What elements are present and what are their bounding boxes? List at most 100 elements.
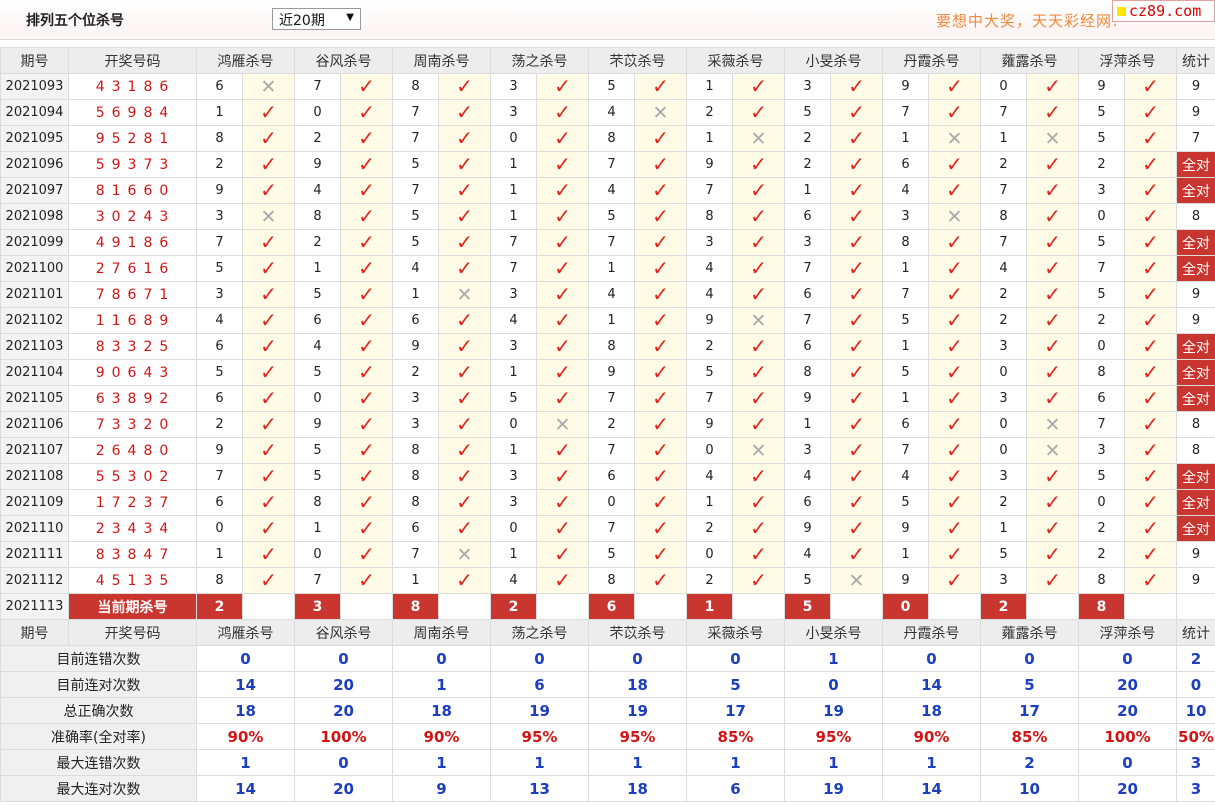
cross-icon: ✕ [456, 543, 473, 566]
site-logo[interactable]: cz89.com [1112, 0, 1215, 22]
current-kill-number: 2 [980, 593, 1027, 620]
empty-cell [830, 593, 883, 620]
check-icon: ✓ [750, 100, 767, 124]
cross-icon: ✕ [946, 205, 963, 228]
check-icon: ✓ [1124, 489, 1177, 516]
check-icon: ✓ [1026, 203, 1079, 230]
kill-number: 9 [686, 411, 733, 438]
check-icon: ✓ [928, 515, 981, 542]
check-icon: ✓ [554, 464, 571, 488]
check-icon: ✓ [438, 255, 491, 282]
check-icon: ✓ [1124, 255, 1177, 282]
check-icon: ✓ [438, 333, 491, 360]
check-icon: ✓ [652, 282, 669, 306]
check-icon: ✓ [1044, 334, 1061, 358]
check-icon: ✓ [260, 438, 277, 462]
check-icon: ✓ [1026, 255, 1079, 282]
check-icon: ✓ [358, 516, 375, 540]
check-icon: ✓ [848, 178, 865, 202]
check-icon: ✓ [554, 152, 571, 176]
kill-number: 2 [294, 229, 341, 256]
all-correct-badge: 全对 [1176, 177, 1215, 204]
check-icon: ✓ [750, 464, 767, 488]
check-icon: ✓ [554, 308, 571, 332]
check-icon: ✓ [1142, 204, 1159, 228]
column-header: 鸿雁杀号 [196, 47, 295, 74]
check-icon: ✓ [634, 229, 687, 256]
summary-value: 0 [294, 645, 393, 672]
summary-value: 6 [686, 775, 785, 802]
check-icon: ✓ [928, 73, 981, 100]
check-icon: ✓ [1142, 542, 1159, 566]
kill-number: 8 [392, 437, 439, 464]
check-icon: ✓ [946, 542, 963, 566]
cross-icon: ✕ [554, 413, 571, 436]
current-kill-number: 8 [1078, 593, 1125, 620]
empty-cell [340, 593, 393, 620]
all-correct-badge: 全对 [1176, 229, 1215, 256]
check-icon: ✓ [830, 177, 883, 204]
summary-value: 5 [980, 671, 1079, 698]
kill-number: 9 [588, 359, 635, 386]
check-icon: ✓ [928, 177, 981, 204]
check-icon: ✓ [340, 333, 393, 360]
kill-number: 5 [588, 203, 635, 230]
kill-number: 6 [588, 463, 635, 490]
check-icon: ✓ [358, 360, 375, 384]
table-row: 2021102 11689 4 ✓ 6 ✓ 6 ✓ 4 ✓ 1 ✓ 9 ✕ 7 ✓ 5 ✓ 2 ✓ 2 ✓ 9 [0, 307, 1215, 334]
check-icon: ✓ [260, 542, 277, 566]
kill-number: 7 [490, 229, 537, 256]
kill-number: 0 [196, 515, 243, 542]
kill-number: 1 [490, 151, 537, 178]
check-icon: ✓ [358, 100, 375, 124]
issue-number: 2021097 [0, 177, 69, 204]
check-icon: ✓ [1044, 178, 1061, 202]
check-icon: ✓ [260, 464, 277, 488]
check-icon: ✓ [1044, 282, 1061, 306]
check-icon: ✓ [848, 386, 865, 410]
check-icon: ✓ [928, 307, 981, 334]
check-icon: ✓ [260, 178, 277, 202]
draw-number: 63892 [68, 385, 197, 412]
kill-number: 3 [980, 567, 1027, 594]
draw-number: 27616 [68, 255, 197, 282]
check-icon: ✓ [242, 437, 295, 464]
check-icon: ✓ [358, 178, 375, 202]
check-icon: ✓ [1142, 412, 1159, 436]
check-icon: ✓ [830, 73, 883, 100]
check-icon: ✓ [830, 411, 883, 438]
kill-number: 0 [686, 437, 733, 464]
promo-text[interactable]: 要想中大奖，天天彩经网! [936, 10, 1119, 31]
check-icon: ✓ [750, 542, 767, 566]
kill-number: 9 [882, 73, 929, 100]
kill-number: 2 [784, 151, 831, 178]
check-icon: ✓ [340, 255, 393, 282]
kill-number: 4 [686, 255, 733, 282]
kill-number: 6 [196, 333, 243, 360]
check-icon: ✓ [242, 385, 295, 412]
cross-icon: ✕ [750, 439, 767, 462]
summary-value: 19 [588, 697, 687, 724]
cross-icon: ✕ [928, 125, 981, 152]
kill-number: 8 [686, 203, 733, 230]
check-icon: ✓ [928, 541, 981, 568]
kill-number: 0 [490, 411, 537, 438]
kill-number: 3 [196, 281, 243, 308]
check-icon: ✓ [732, 359, 785, 386]
period-select[interactable]: 近20期 ▼ [272, 8, 361, 30]
kill-number: 9 [784, 385, 831, 412]
check-icon: ✓ [848, 542, 865, 566]
kill-number: 5 [1078, 281, 1125, 308]
check-icon: ✓ [1124, 437, 1177, 464]
check-icon: ✓ [438, 229, 491, 256]
kill-number: 0 [490, 515, 537, 542]
summary-value: 14 [882, 775, 981, 802]
summary-value: 1 [686, 749, 785, 776]
summary-value: 0 [1078, 645, 1177, 672]
check-icon: ✓ [634, 281, 687, 308]
cross-icon: ✕ [732, 125, 785, 152]
summary-value: 10 [980, 775, 1079, 802]
check-icon: ✓ [456, 490, 473, 514]
check-icon: ✓ [732, 151, 785, 178]
check-icon: ✓ [750, 516, 767, 540]
